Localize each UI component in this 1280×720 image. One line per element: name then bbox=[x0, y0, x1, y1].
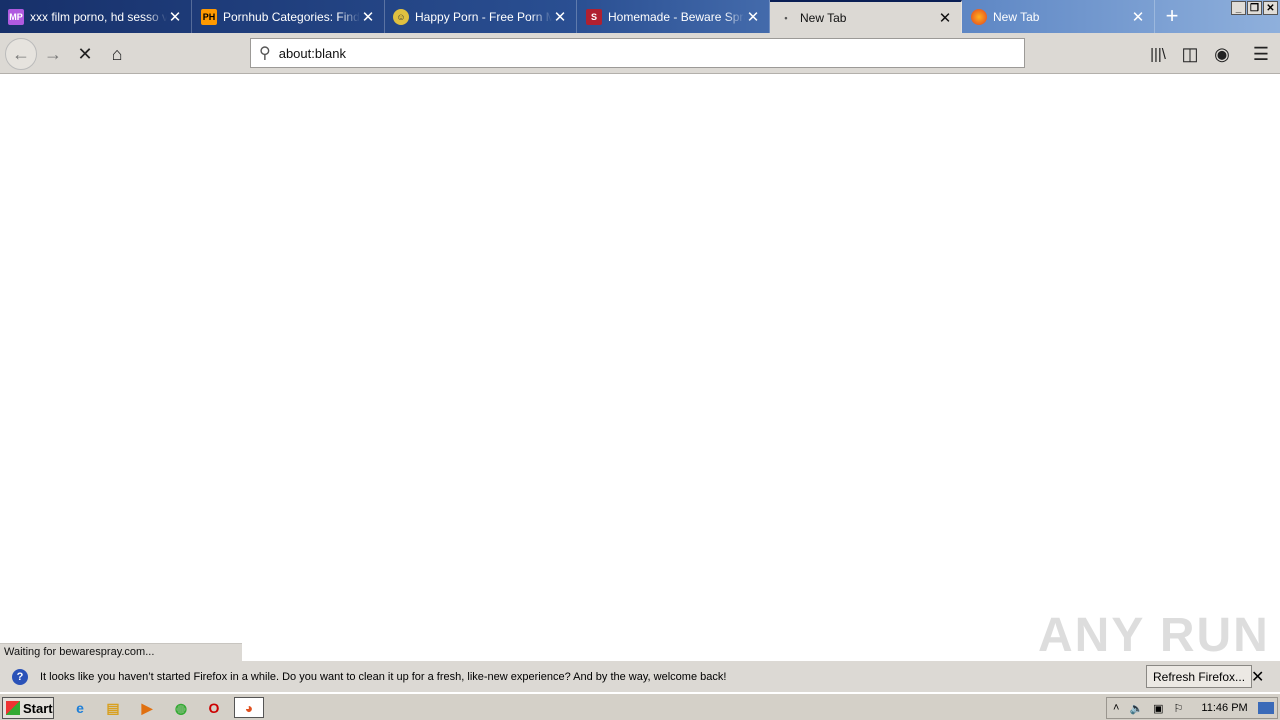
nav-toolbar: ← → ✕ ⌂ ⚲ |||\ ◫ ◉ ☰ bbox=[0, 33, 1280, 74]
refresh-firefox-button[interactable]: Refresh Firefox... bbox=[1146, 665, 1253, 688]
windows-logo-icon bbox=[6, 701, 20, 715]
tab-bar: MP xxx film porno, hd sesso vid ✕ PH Pornhu… bbox=[0, 0, 1280, 33]
taskbar: Start e ▤ ▶ ◍ O ◕ ˄ 🔈 ▣ ⚐ 11:46 PM bbox=[0, 693, 1280, 720]
page-content bbox=[0, 74, 1280, 661]
tab-1[interactable]: MP xxx film porno, hd sesso vid ✕ bbox=[0, 0, 192, 33]
new-tab-button[interactable]: + bbox=[1160, 3, 1184, 29]
tab-favicon-icon: MP bbox=[8, 8, 24, 25]
search-icon: ⚲ bbox=[259, 45, 271, 62]
tab-6[interactable]: New Tab ✕ bbox=[963, 0, 1155, 33]
restore-button[interactable]: ❐ bbox=[1247, 1, 1262, 15]
action-center-flag-icon[interactable]: ⚐ bbox=[1174, 702, 1184, 715]
network-icon[interactable]: ▣ bbox=[1153, 702, 1163, 715]
status-text: Waiting for bewarespray.com... bbox=[0, 643, 242, 661]
url-bar[interactable]: ⚲ bbox=[250, 38, 1025, 68]
tab-title: Happy Porn - Free Porn Mo bbox=[415, 9, 552, 24]
close-tab-icon[interactable]: ✕ bbox=[552, 8, 568, 26]
close-tab-icon[interactable]: ✕ bbox=[937, 9, 953, 27]
close-tab-icon[interactable]: ✕ bbox=[1130, 8, 1146, 26]
url-input[interactable] bbox=[278, 45, 1024, 61]
minimize-button[interactable]: _ bbox=[1231, 1, 1246, 15]
notification-bar: ? It looks like you haven’t started Fire… bbox=[0, 661, 1280, 693]
tab-favicon-icon: ☺ bbox=[393, 8, 409, 25]
close-tab-icon[interactable]: ✕ bbox=[360, 8, 376, 26]
question-icon: ? bbox=[12, 668, 28, 685]
loading-dot-icon: • bbox=[784, 12, 788, 23]
tab-favicon-icon: S bbox=[586, 8, 602, 25]
back-button[interactable]: ← bbox=[5, 38, 37, 70]
window-controls: _ ❐ ✕ bbox=[1231, 1, 1278, 15]
show-desktop-icon[interactable] bbox=[1257, 702, 1274, 714]
start-label: Start bbox=[23, 700, 53, 716]
forward-button[interactable]: → bbox=[38, 39, 68, 69]
close-tab-icon[interactable]: ✕ bbox=[167, 8, 183, 26]
explorer-icon[interactable]: ▤ bbox=[103, 698, 123, 718]
close-notification-icon[interactable]: ✕ bbox=[1251, 667, 1264, 687]
firefox-taskbar-icon[interactable]: ◕ bbox=[234, 697, 264, 718]
account-icon[interactable]: ◉ bbox=[1207, 39, 1237, 69]
volume-icon[interactable]: 🔈 bbox=[1129, 702, 1143, 715]
clock[interactable]: 11:46 PM bbox=[1201, 702, 1247, 714]
library-icon[interactable]: |||\ bbox=[1143, 39, 1173, 69]
system-tray: ˄ 🔈 ▣ ⚐ 11:46 PM bbox=[1106, 697, 1278, 719]
stop-button[interactable]: ✕ bbox=[70, 39, 100, 69]
tab-favicon-icon: PH bbox=[201, 8, 217, 25]
anyrun-watermark: ANY RUN bbox=[1038, 609, 1270, 662]
tab-3[interactable]: ☺ Happy Porn - Free Porn Mo ✕ bbox=[385, 0, 577, 33]
menu-icon[interactable]: ☰ bbox=[1246, 39, 1276, 69]
tab-title: Pornhub Categories: Find W bbox=[223, 9, 360, 24]
close-window-button[interactable]: ✕ bbox=[1263, 1, 1278, 15]
sidebar-icon[interactable]: ◫ bbox=[1175, 39, 1205, 69]
tab-4[interactable]: S Homemade - Beware Spray ✕ bbox=[578, 0, 770, 33]
chrome-icon[interactable]: ◍ bbox=[171, 698, 191, 718]
tab-title: New Tab bbox=[993, 9, 1040, 24]
ie-icon[interactable]: e bbox=[70, 698, 90, 718]
tab-5-active[interactable]: • New Tab ✕ bbox=[770, 0, 962, 33]
close-tab-icon[interactable]: ✕ bbox=[745, 8, 761, 26]
tab-2[interactable]: PH Pornhub Categories: Find W ✕ bbox=[193, 0, 385, 33]
tab-title: xxx film porno, hd sesso vid bbox=[30, 9, 167, 24]
tab-title: Homemade - Beware Spray bbox=[608, 9, 745, 24]
tab-title: New Tab bbox=[800, 10, 847, 25]
media-player-icon[interactable]: ▶ bbox=[137, 698, 157, 718]
start-button[interactable]: Start bbox=[2, 697, 54, 719]
opera-icon[interactable]: O bbox=[204, 698, 224, 718]
show-hidden-icons[interactable]: ˄ bbox=[1113, 702, 1119, 714]
notification-text: It looks like you haven’t started Firefo… bbox=[40, 670, 727, 683]
home-button[interactable]: ⌂ bbox=[102, 39, 132, 69]
firefox-icon bbox=[971, 8, 987, 25]
